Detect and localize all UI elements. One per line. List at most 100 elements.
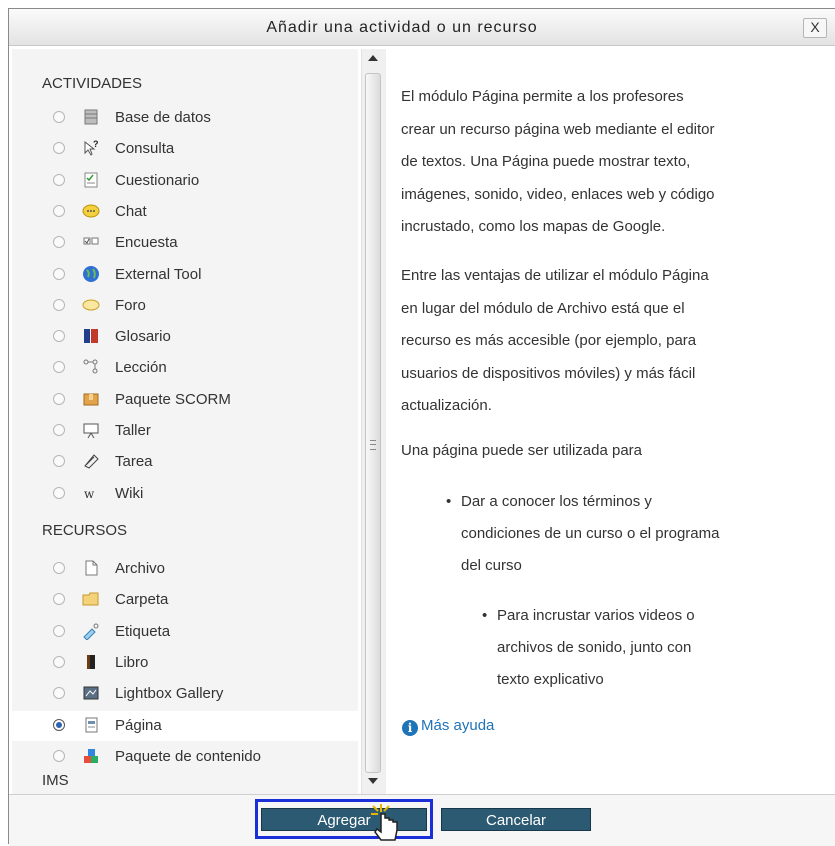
description-line: imágenes, sonido, video, enlaces web y c… xyxy=(401,185,715,203)
gallery-icon xyxy=(83,686,99,700)
module-option-lección[interactable]: Lección xyxy=(12,353,358,383)
cancel-button[interactable]: Cancelar xyxy=(441,808,591,831)
module-label: Wiki xyxy=(115,484,144,502)
module-radio[interactable] xyxy=(53,204,65,217)
module-radio[interactable] xyxy=(53,298,65,311)
module-radio[interactable] xyxy=(53,655,65,668)
module-radio[interactable] xyxy=(53,267,65,280)
module-option-tarea[interactable]: Tarea xyxy=(12,447,358,477)
help-link[interactable]: i Más ayuda xyxy=(402,717,494,736)
module-chooser-list: ACTIVIDADES Base de datos? Consulta Cuesti… xyxy=(12,49,358,794)
module-option-consulta[interactable]: ? Consulta xyxy=(12,134,358,164)
module-radio[interactable] xyxy=(53,749,65,762)
module-label: Paquete SCORM xyxy=(115,390,231,408)
svg-text:w: w xyxy=(84,487,95,501)
wiki-icon: w xyxy=(84,487,95,501)
module-option-external-tool[interactable]: External Tool xyxy=(12,260,358,290)
module-radio[interactable] xyxy=(53,111,65,123)
module-option-carpeta[interactable]: Carpeta xyxy=(12,585,358,615)
module-option-cuestionario[interactable]: Cuestionario xyxy=(12,166,358,196)
bullet-line: • Para incrustar varios videos o xyxy=(482,600,695,632)
module-option-chat[interactable]: Chat xyxy=(12,197,358,227)
svg-text:?: ? xyxy=(93,139,99,149)
module-radio[interactable] xyxy=(53,361,65,374)
module-option-encuesta[interactable]: Encuesta xyxy=(12,228,358,258)
module-label: Cuestionario xyxy=(115,171,200,189)
hand-cursor-icon xyxy=(371,804,398,841)
module-label: Glosario xyxy=(115,328,171,346)
description-line: actualización. xyxy=(401,397,492,414)
module-radio[interactable] xyxy=(53,486,65,499)
description-line: incrustado, como los mapas de Google. xyxy=(401,218,666,235)
glossary-icon xyxy=(84,329,98,344)
module-label: Lightbox Gallery xyxy=(115,685,224,703)
bullet-line: archivos de sonido, junto con xyxy=(497,632,691,664)
module-option-paquete-de-contenido[interactable]: Paquete de contenido IMS xyxy=(12,742,358,789)
module-label: Libro xyxy=(115,653,149,671)
module-radio[interactable] xyxy=(53,236,65,249)
module-label: Paquete de contenido xyxy=(115,747,261,765)
module-label: Base de datos xyxy=(115,109,211,126)
module-label: Lección xyxy=(115,359,167,377)
module-option-lightbox-gallery[interactable]: Lightbox Gallery xyxy=(12,679,358,709)
module-label: Foro xyxy=(115,296,146,314)
ims-package-icon xyxy=(84,748,98,763)
bullet-icon: • xyxy=(482,607,488,624)
close-button[interactable]: X xyxy=(803,18,827,38)
module-option-taller[interactable]: Taller xyxy=(12,416,358,446)
grip-icon xyxy=(370,440,376,450)
module-option-glosario[interactable]: Glosario xyxy=(12,322,358,352)
module-radio[interactable] xyxy=(53,718,65,731)
module-radio[interactable] xyxy=(53,424,65,436)
module-radio[interactable] xyxy=(53,593,65,606)
choice-icon: ? xyxy=(84,139,99,157)
bullet-text: archivos de sonido, junto con xyxy=(497,639,692,656)
module-radio[interactable] xyxy=(53,330,65,343)
module-label: Consulta xyxy=(115,140,175,158)
lesson-icon xyxy=(83,359,98,374)
module-option-base-de-datos[interactable]: Base de datos xyxy=(12,103,358,133)
module-option-archivo[interactable]: Archivo xyxy=(12,554,358,584)
module-label: Etiqueta xyxy=(115,622,171,640)
module-radio[interactable] xyxy=(53,142,65,155)
database-icon xyxy=(84,109,98,125)
module-option-libro[interactable]: Libro xyxy=(12,648,358,678)
activities-heading: ACTIVIDADES xyxy=(42,75,143,92)
module-radio[interactable] xyxy=(53,562,65,574)
description-line: El módulo Página permite a los profesore… xyxy=(401,88,684,105)
description-line: en lugar del módulo de Archivo está que … xyxy=(401,299,685,317)
module-label: Tarea xyxy=(115,453,153,471)
bullet-text: condiciones de un curso o el programa xyxy=(461,525,720,542)
assignment-icon xyxy=(84,454,99,469)
module-label: External Tool xyxy=(115,265,202,283)
scrollbar-thumb[interactable] xyxy=(365,73,381,773)
label-icon xyxy=(83,623,99,640)
list-scrollbar[interactable] xyxy=(361,49,386,794)
bullet-text: Dar a conocer los términos y xyxy=(461,493,652,510)
dialog-title: Añadir una actividad o un recurso xyxy=(266,19,538,36)
module-radio[interactable] xyxy=(53,392,65,405)
module-option-wiki[interactable]: w Wiki xyxy=(12,479,358,509)
dialog-footer: Agregar Cancelar xyxy=(9,794,835,846)
module-radio[interactable] xyxy=(53,173,65,186)
resources-heading: RECURSOS xyxy=(42,522,128,539)
scroll-up-arrow-icon[interactable] xyxy=(368,55,378,61)
scroll-down-arrow-icon[interactable] xyxy=(368,778,378,784)
add-activity-dialog: Añadir una actividad o un recurso X ACTI… xyxy=(8,8,835,846)
module-option-foro[interactable]: Foro xyxy=(12,291,358,321)
scorm-package-icon xyxy=(83,393,99,406)
bullet-text: del curso xyxy=(461,557,522,574)
module-label: Archivo xyxy=(115,560,166,577)
bullet-line: del curso xyxy=(461,550,522,582)
module-option-paquete-scorm[interactable]: Paquete SCORM xyxy=(12,385,358,415)
survey-icon xyxy=(83,237,99,245)
bullet-icon: • xyxy=(446,493,452,510)
book-icon xyxy=(87,654,95,669)
module-radio[interactable] xyxy=(53,455,65,468)
module-option-página[interactable]: Página xyxy=(12,710,358,741)
module-option-etiqueta[interactable]: Etiqueta xyxy=(12,617,358,647)
module-label: Página xyxy=(115,716,162,734)
module-radio[interactable] xyxy=(53,624,65,637)
help-link-text[interactable]: Más ayuda xyxy=(421,717,494,734)
module-radio[interactable] xyxy=(53,687,65,700)
